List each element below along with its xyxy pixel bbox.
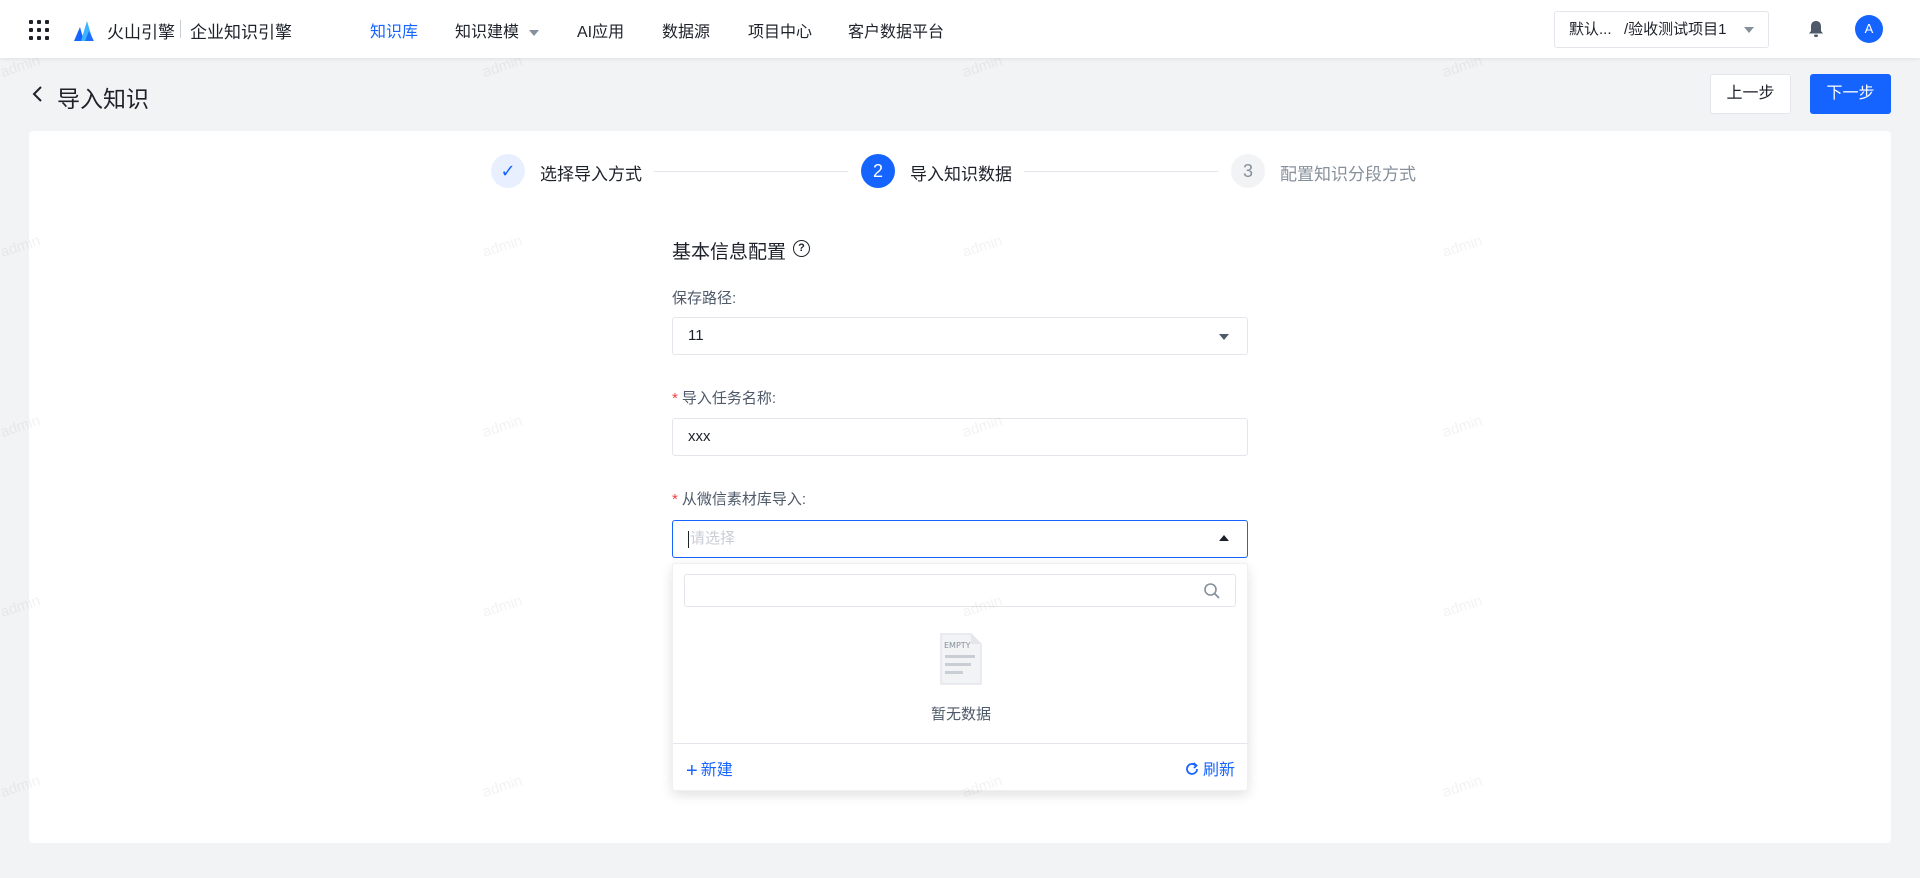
project-selector-value: 默认... /验收测试项目1 — [1569, 21, 1727, 38]
step-1-check-icon: ✓ — [491, 154, 525, 188]
top-navigation-bar: 火山引擎 企业知识引擎 知识库 知识建模 AI应用 数据源 项目中心 客户数据平… — [0, 0, 1920, 58]
save-path-value: 11 — [688, 327, 704, 344]
wechat-import-label-text: 从微信素材库导入: — [681, 491, 807, 508]
step-2-label: 导入知识数据 — [910, 165, 1012, 184]
nav-knowledge-base[interactable]: 知识库 — [370, 18, 418, 42]
task-name-value: xxx — [688, 428, 711, 445]
step-1-label: 选择导入方式 — [540, 165, 642, 184]
product-name: 企业知识引擎 — [190, 23, 292, 42]
bell-icon[interactable] — [1806, 19, 1826, 39]
wechat-material-select[interactable]: 请选择 — [672, 520, 1248, 558]
step-connector — [654, 171, 848, 172]
page-title: 导入知识 — [57, 86, 149, 112]
refresh-label: 刷新 — [1202, 762, 1235, 779]
user-avatar[interactable]: A — [1855, 15, 1883, 43]
nav-customer-data-platform[interactable]: 客户数据平台 — [848, 18, 944, 42]
app-grid-icon[interactable] — [29, 20, 49, 40]
search-icon — [1204, 583, 1220, 599]
save-path-label: 保存路径: — [672, 290, 737, 307]
step-3-number: 3 — [1231, 154, 1265, 188]
step-2-number: 2 — [861, 154, 895, 188]
task-name-input[interactable]: xxx — [672, 418, 1248, 456]
refresh-icon — [1186, 762, 1198, 775]
refresh-button[interactable]: 刷新 — [1184, 756, 1235, 780]
nav-data-sources[interactable]: 数据源 — [662, 18, 710, 42]
chevron-down-icon — [529, 29, 540, 36]
next-step-button[interactable]: 下一步 — [1810, 74, 1891, 114]
brand-name: 火山引擎 — [107, 23, 175, 42]
dropdown-divider — [673, 743, 1249, 744]
task-name-label-text: 导入任务名称: — [681, 390, 777, 407]
plus-icon: + — [686, 760, 698, 782]
brand-divider — [180, 20, 181, 38]
empty-icon-text: EMPTY — [944, 641, 971, 650]
required-mark: * — [672, 390, 678, 407]
save-path-select[interactable]: 11 — [672, 317, 1248, 355]
chevron-down-icon — [1744, 27, 1754, 33]
empty-document-icon: EMPTY — [940, 633, 982, 685]
wechat-import-label: * 从微信素材库导入: — [672, 488, 806, 509]
chevron-down-icon — [1219, 334, 1229, 340]
help-circle-icon[interactable]: ? — [793, 240, 810, 257]
nav-ai-apps[interactable]: AI应用 — [577, 18, 624, 42]
wechat-select-placeholder: 请选择 — [690, 530, 736, 547]
required-mark: * — [672, 491, 678, 508]
back-arrow-icon[interactable] — [30, 84, 46, 104]
text-cursor — [688, 530, 689, 548]
step-3-label: 配置知识分段方式 — [1280, 165, 1416, 184]
new-material-label: 新建 — [700, 762, 733, 779]
chevron-up-icon — [1219, 535, 1229, 541]
wechat-material-dropdown: EMPTY 暂无数据 + 新建 刷新 — [672, 563, 1249, 791]
dropdown-search-input[interactable] — [684, 574, 1236, 607]
volcano-logo-icon — [74, 21, 94, 41]
nav-knowledge-modeling[interactable]: 知识建模 — [455, 18, 540, 42]
nav-project-center[interactable]: 项目中心 — [748, 18, 812, 42]
empty-state-text: 暂无数据 — [930, 706, 991, 723]
previous-step-button[interactable]: 上一步 — [1710, 74, 1791, 114]
nav-knowledge-modeling-label: 知识建模 — [455, 24, 520, 41]
step-connector — [1024, 171, 1218, 172]
project-selector[interactable]: 默认... /验收测试项目1 — [1554, 11, 1769, 48]
new-material-button[interactable]: + 新建 — [686, 756, 733, 783]
task-name-label: * 导入任务名称: — [672, 387, 776, 408]
section-title: 基本信息配置 — [672, 242, 787, 263]
